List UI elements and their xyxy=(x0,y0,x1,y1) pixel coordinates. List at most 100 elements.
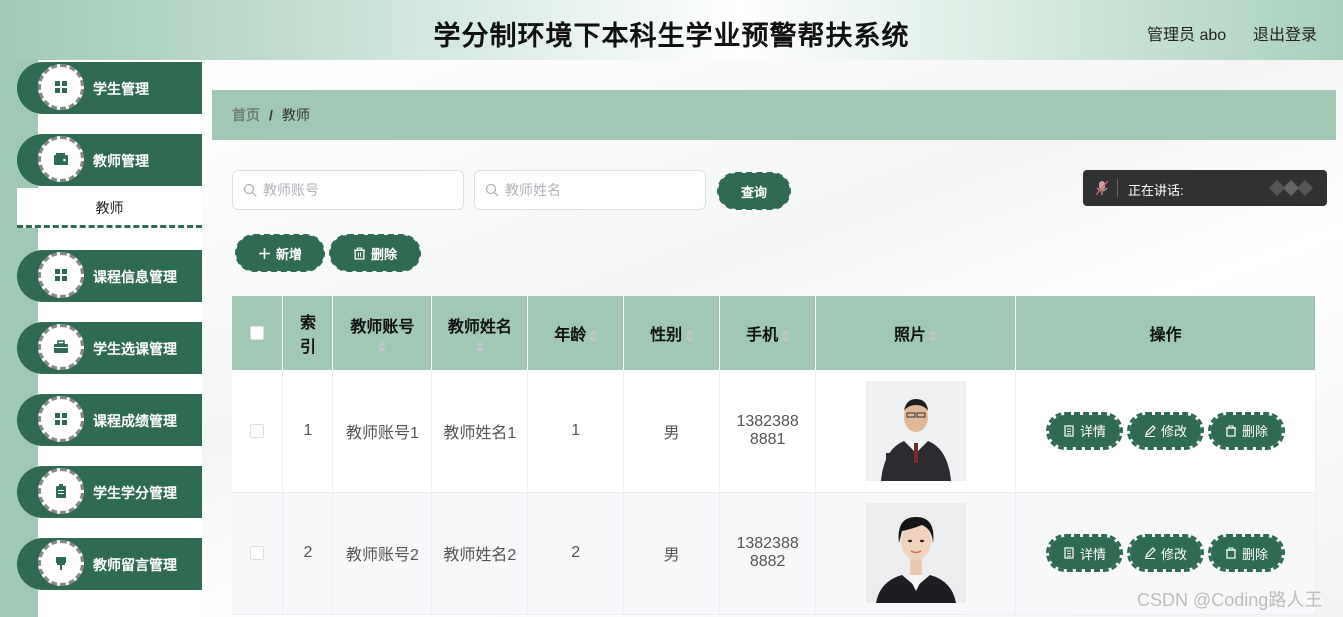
sidebar-item-label: 教师管理 xyxy=(93,153,149,169)
sort-icon[interactable] xyxy=(781,329,790,342)
sidebar-item-course-info-management[interactable]: 课程信息管理 xyxy=(17,250,202,302)
gender-cell: 男 xyxy=(623,370,721,493)
select-all-checkbox[interactable] xyxy=(250,325,265,340)
phone-header-label: 手机 xyxy=(746,327,779,344)
grid-icon xyxy=(38,396,84,442)
name-search-field[interactable] xyxy=(474,170,706,210)
index-header-line1: 索 xyxy=(299,315,316,332)
pencil-icon xyxy=(1144,424,1156,437)
name-cell: 教师姓名2 xyxy=(431,492,529,615)
phone-line2: 8881 xyxy=(749,430,786,448)
trash-icon xyxy=(354,247,365,260)
watermark: CSDN @Coding路人王 xyxy=(1137,590,1323,610)
submenu-item-teacher[interactable]: 教师 xyxy=(17,188,202,228)
sidebar-item-grade-management[interactable]: 课程成绩管理 xyxy=(17,394,202,446)
index-cell: 2 xyxy=(282,492,334,615)
account-search-input[interactable] xyxy=(263,182,443,198)
edit-button-label: 修改 xyxy=(1160,424,1187,440)
search-icon xyxy=(243,183,257,197)
sidebar-item-label: 教师留言管理 xyxy=(93,557,177,573)
sort-icon[interactable] xyxy=(589,329,598,342)
phone-cell: 1382388 8881 xyxy=(719,370,817,493)
delete-button-label: 删除 xyxy=(1242,546,1269,562)
pin-icon xyxy=(38,540,84,586)
sidebar-item-teacher-management[interactable]: 教师管理 xyxy=(17,134,202,186)
sidebar-item-student-management[interactable]: 学生管理 xyxy=(17,62,202,114)
teacher-photo[interactable] xyxy=(865,380,966,481)
phone-cell: 1382388 8882 xyxy=(719,492,817,615)
sort-icon[interactable] xyxy=(378,341,387,353)
trash-icon xyxy=(1226,547,1236,559)
table-row: 1 教师账号1 教师姓名1 1 男 1382388 8881 详情 修改 删除 xyxy=(232,370,1316,493)
ops-header: 操作 xyxy=(1015,296,1316,370)
phone-line1: 1382388 xyxy=(736,535,799,552)
breadcrumb-separator: / xyxy=(269,107,273,123)
voice-speaking-label: 正在讲话: xyxy=(1128,183,1184,198)
detail-button[interactable]: 详情 xyxy=(1045,534,1123,572)
add-button[interactable]: 新增 xyxy=(235,234,325,272)
phone-line2: 8882 xyxy=(749,553,786,570)
photo-header[interactable]: 照片 xyxy=(815,296,1016,370)
batch-delete-button-label: 删除 xyxy=(370,246,397,262)
name-header[interactable]: 教师姓名 xyxy=(431,296,529,370)
edit-button-label: 修改 xyxy=(1160,546,1187,562)
sidebar-item-credit-management[interactable]: 学生学分管理 xyxy=(17,466,202,518)
sort-icon[interactable] xyxy=(685,329,694,342)
sidebar-item-course-selection-management[interactable]: 学生选课管理 xyxy=(17,322,202,374)
breadcrumb-home[interactable]: 首页 xyxy=(232,107,260,123)
account-header[interactable]: 教师账号 xyxy=(332,296,433,370)
search-icon xyxy=(485,183,499,197)
document-icon xyxy=(1064,425,1074,437)
index-header-line2: 引 xyxy=(299,339,316,356)
trash-icon xyxy=(1226,425,1236,437)
sort-icon[interactable] xyxy=(929,329,938,342)
breadcrumb: 首页 / 教师 xyxy=(212,90,1336,140)
account-search-field[interactable] xyxy=(232,170,464,210)
delete-button[interactable]: 删除 xyxy=(1207,534,1286,572)
sidebar-item-label: 课程成绩管理 xyxy=(93,413,177,429)
wallet-icon xyxy=(38,136,84,182)
document-icon xyxy=(1064,547,1074,559)
voice-status-panel: 正在讲话: xyxy=(1083,170,1327,206)
header-bar: 学分制环境下本科生学业预警帮扶系统 管理员 abo 退出登录 xyxy=(0,0,1343,60)
logout-link[interactable]: 退出登录 xyxy=(1253,21,1317,45)
clipboard-icon xyxy=(38,468,84,514)
index-header: 索引 xyxy=(282,296,334,370)
system-title: 学分制环境下本科生学业预警帮扶系统 xyxy=(433,21,910,51)
query-button[interactable]: 查询 xyxy=(717,172,791,210)
muted-microphone-icon xyxy=(1095,180,1109,196)
detail-button[interactable]: 详情 xyxy=(1045,411,1123,450)
sidebar-item-teacher-message-management[interactable]: 教师留言管理 xyxy=(17,538,202,590)
edit-button[interactable]: 修改 xyxy=(1126,411,1205,450)
delete-button[interactable]: 删除 xyxy=(1207,411,1286,450)
photo-header-label: 照片 xyxy=(894,327,927,344)
account-cell: 教师账号1 xyxy=(332,370,433,493)
teacher-photo[interactable] xyxy=(865,503,966,603)
voice-divider xyxy=(1117,179,1118,197)
batch-delete-button[interactable]: 删除 xyxy=(329,234,421,272)
row-checkbox[interactable] xyxy=(250,545,265,560)
sort-icon[interactable] xyxy=(475,341,484,353)
name-search-input[interactable] xyxy=(505,182,685,198)
gender-header[interactable]: 性别 xyxy=(623,296,721,370)
detail-button-label: 详情 xyxy=(1079,424,1106,440)
row-select-cell xyxy=(232,370,284,493)
phone-header[interactable]: 手机 xyxy=(719,296,817,370)
edit-button[interactable]: 修改 xyxy=(1126,534,1205,572)
row-checkbox[interactable] xyxy=(250,423,265,438)
age-cell: 2 xyxy=(527,492,625,615)
query-button-label: 查询 xyxy=(740,184,767,200)
plus-icon xyxy=(259,247,270,259)
name-cell: 教师姓名1 xyxy=(431,370,529,493)
phone-line1: 1382388 xyxy=(736,412,799,430)
photo-cell xyxy=(815,492,1016,615)
breadcrumb-current: 教师 xyxy=(281,107,310,123)
grid-icon xyxy=(38,252,84,298)
teacher-table: 索引 教师账号 教师姓名 年龄 性别 手机 照片 操作 1 教师账号1 教师姓名… xyxy=(232,296,1316,615)
age-header[interactable]: 年龄 xyxy=(527,296,625,370)
age-cell: 1 xyxy=(527,370,625,493)
detail-button-label: 详情 xyxy=(1079,546,1106,562)
sidebar-item-label: 学生学分管理 xyxy=(93,485,177,501)
speaker-avatar-blur xyxy=(1269,180,1313,196)
delete-button-label: 删除 xyxy=(1242,424,1269,440)
